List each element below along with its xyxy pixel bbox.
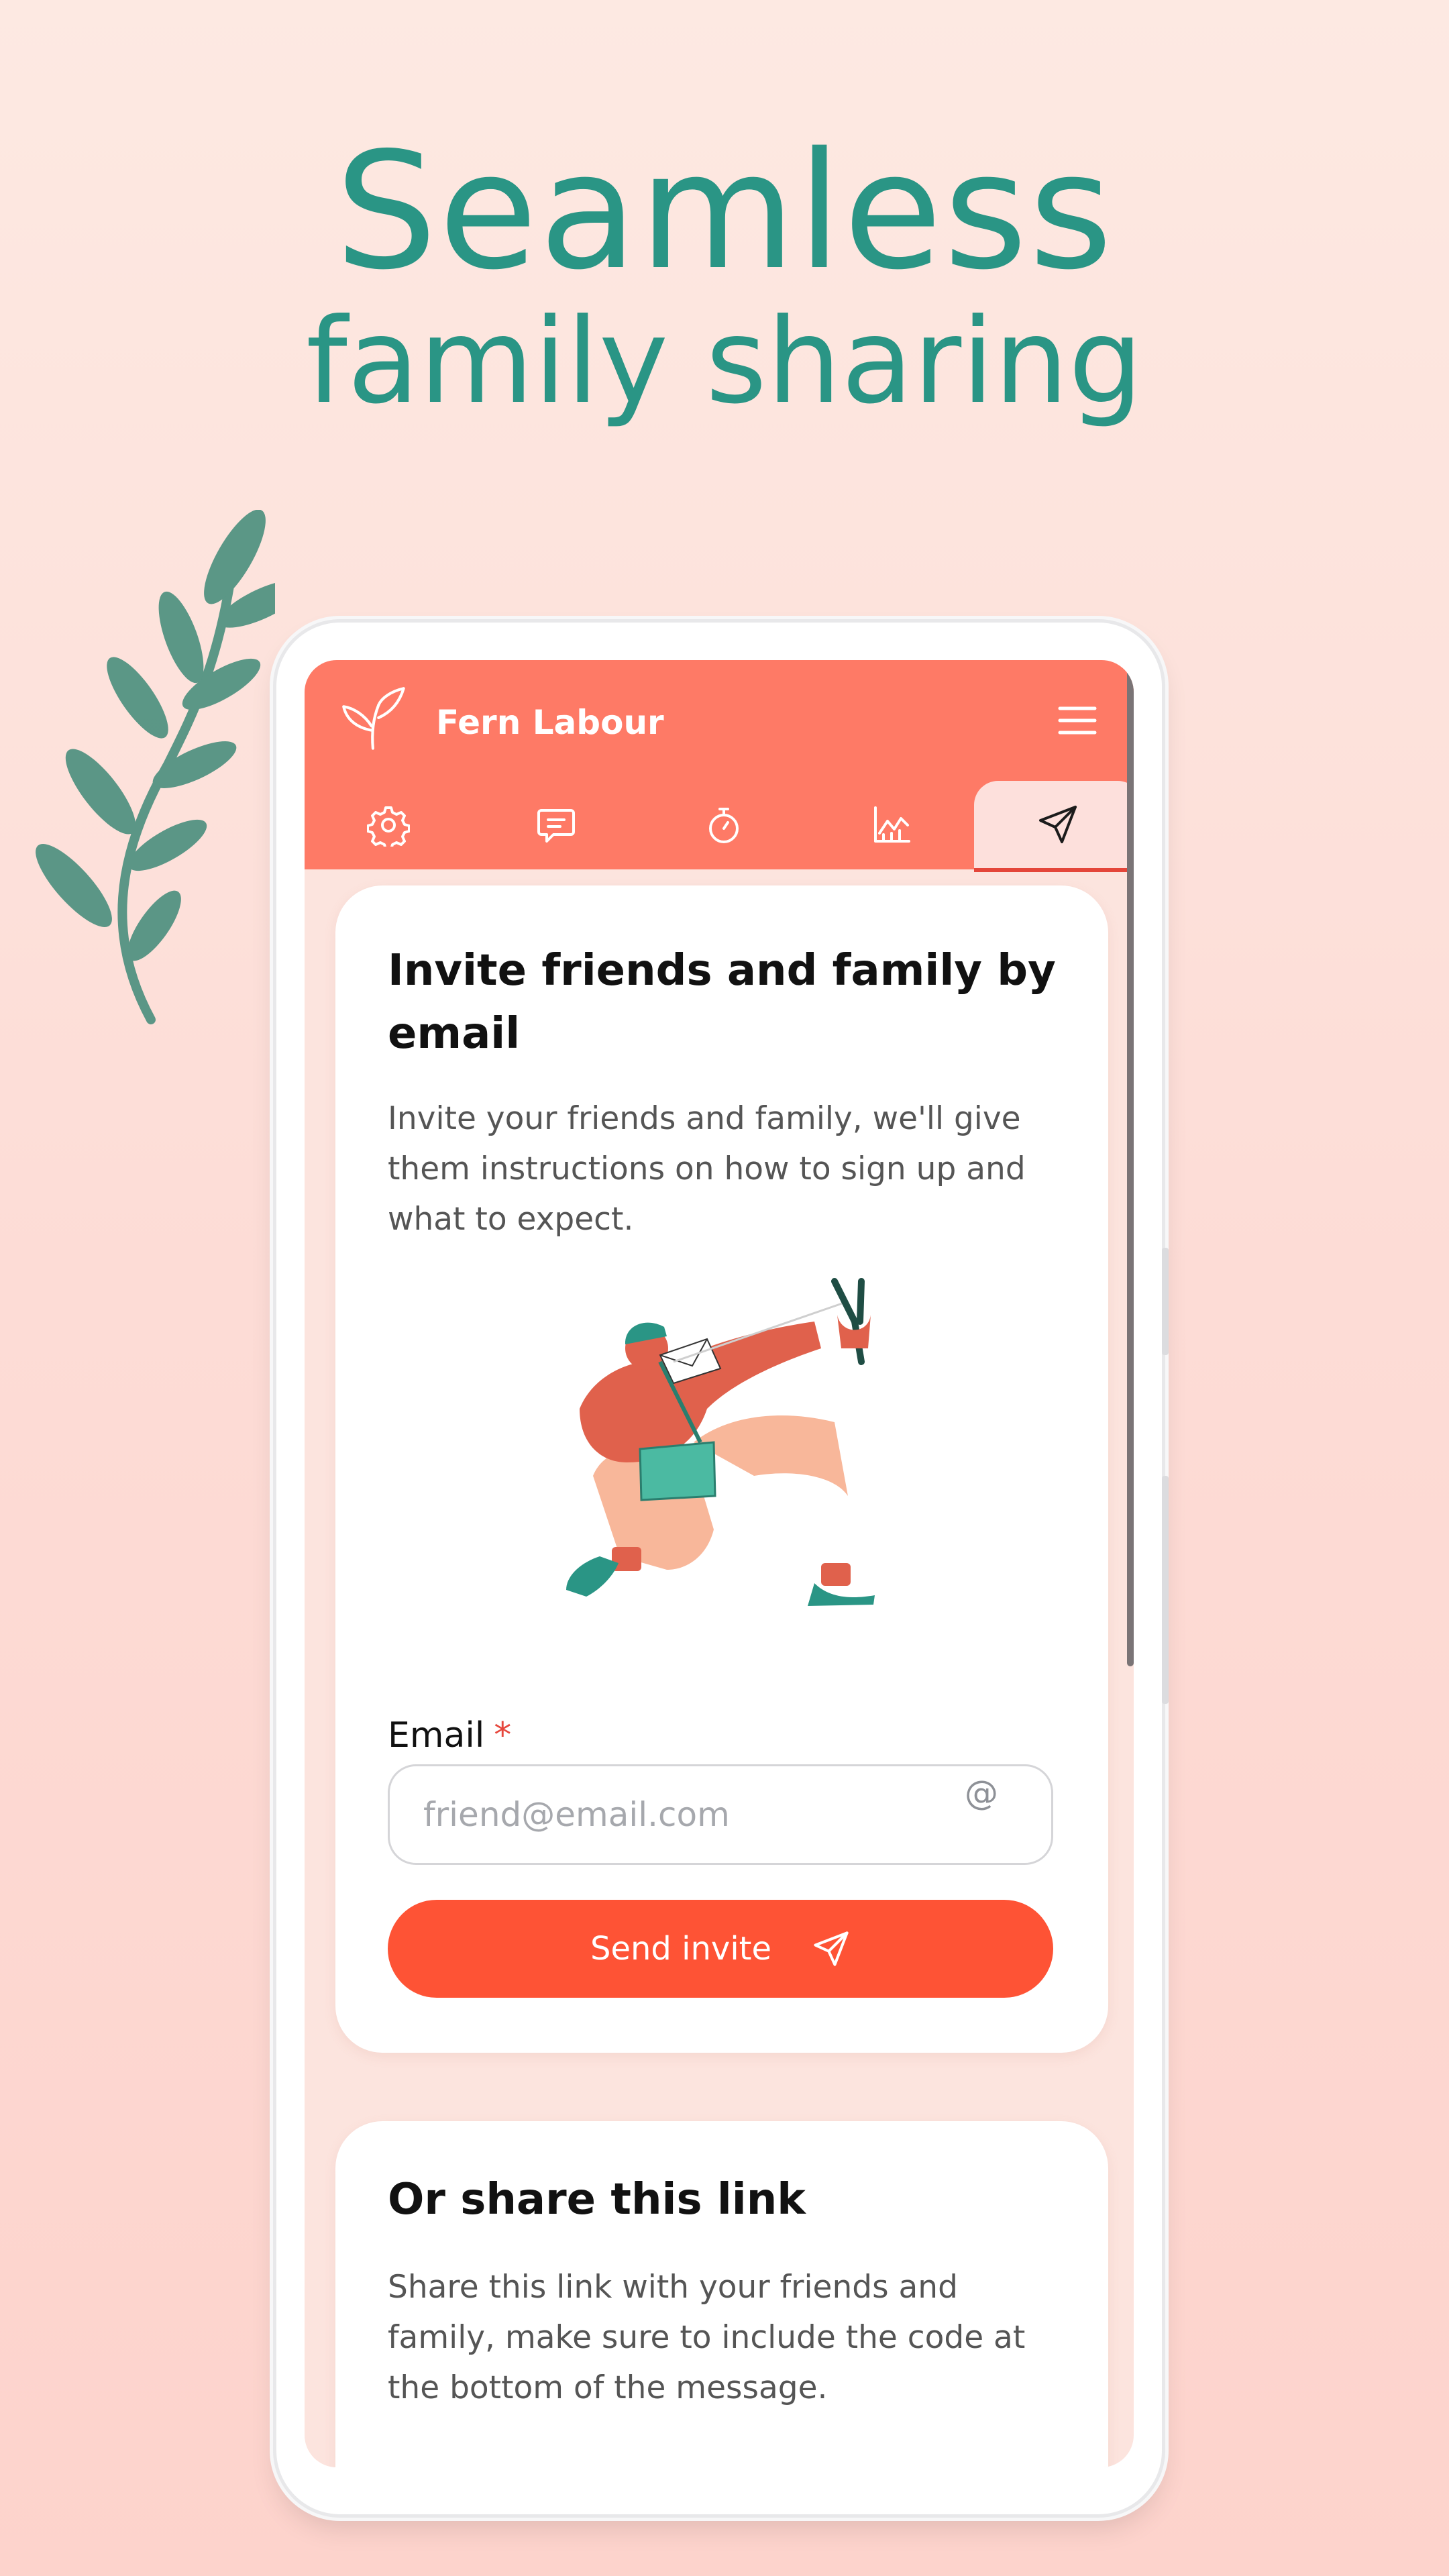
share-link-card: Or share this link Share this link with …: [335, 2121, 1108, 2467]
tab-settings[interactable]: [305, 781, 472, 869]
send-invite-button[interactable]: Send invite: [388, 1900, 1053, 1998]
tab-share[interactable]: [974, 781, 1134, 872]
hero-subtitle: family sharing: [306, 294, 1143, 430]
app-screen: Fern Labour Invite friends and family by…: [305, 660, 1134, 2467]
email-label-text: Email: [388, 1715, 485, 1756]
fern-branch-icon: [36, 510, 275, 1024]
slingshot-illustration: [566, 1278, 875, 1606]
email-input[interactable]: [388, 1764, 1053, 1865]
tab-timer[interactable]: [640, 781, 808, 869]
send-invite-label: Send invite: [590, 1930, 771, 1968]
share-description: Share this link with your friends and fa…: [388, 2269, 1026, 2406]
invite-card: Invite friends and family by email Invit…: [335, 885, 1108, 2053]
app-title: Fern Labour: [436, 703, 664, 742]
phone-volume-button: [1162, 1248, 1169, 1355]
phone-power-button: [1162, 1476, 1169, 1704]
hamburger-menu-icon[interactable]: [1057, 704, 1097, 737]
invite-description: Invite your friends and family, we'll gi…: [388, 1100, 1026, 1238]
stopwatch-icon: [709, 808, 739, 843]
tab-stats[interactable]: [808, 781, 975, 869]
chart-icon: [874, 806, 910, 843]
email-label: Email *: [388, 1712, 511, 1759]
invite-title: Invite friends and family by email: [388, 946, 1056, 1059]
at-sign-icon: @: [965, 1774, 998, 1813]
app-header: Fern Labour: [305, 660, 1134, 872]
send-icon: [1039, 806, 1077, 843]
tab-messages[interactable]: [472, 781, 640, 869]
message-icon: [537, 809, 575, 843]
scrollbar[interactable]: [1127, 660, 1134, 1666]
hero-title: Seamless: [335, 117, 1114, 305]
share-title: Or share this link: [388, 2175, 806, 2224]
gear-icon: [367, 806, 410, 847]
send-icon: [814, 1931, 849, 1966]
fern-logo-icon: [342, 687, 405, 750]
required-asterisk: *: [494, 1715, 512, 1756]
